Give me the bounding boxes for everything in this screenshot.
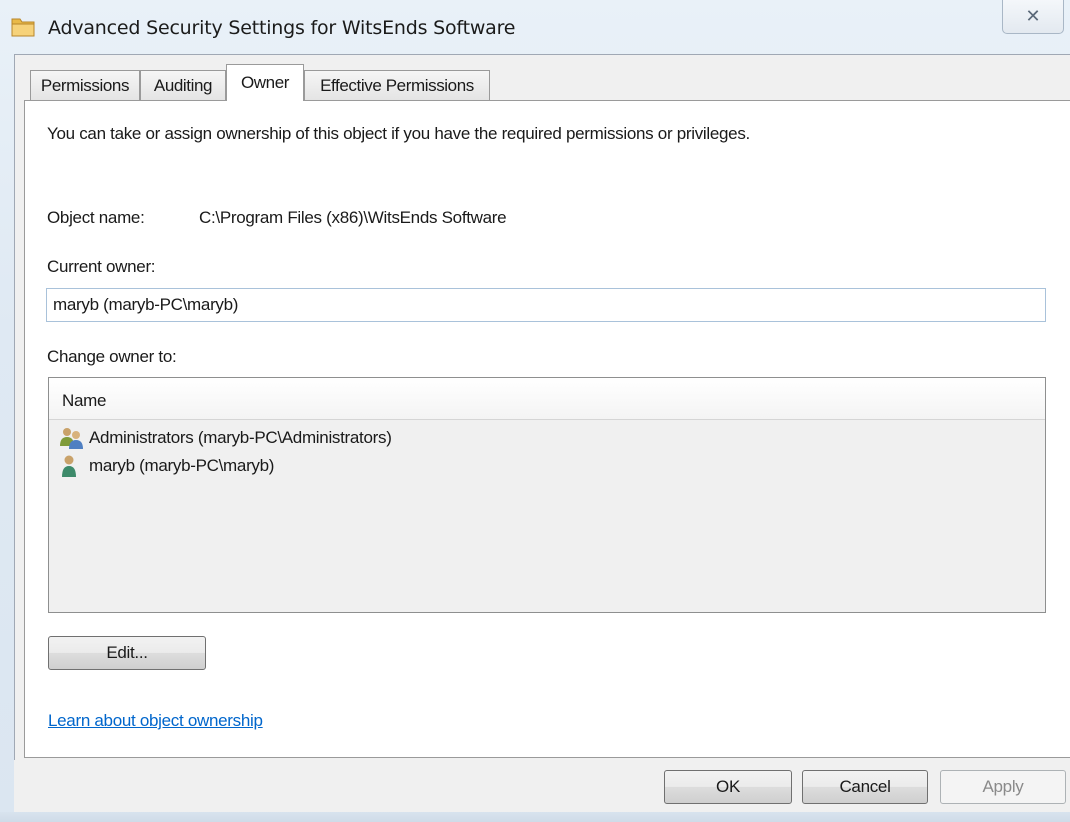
change-owner-label: Change owner to: — [47, 347, 177, 366]
list-header-label: Name — [62, 391, 107, 410]
group-icon — [59, 426, 85, 450]
list-item[interactable]: Administrators (maryb-PC\Administrators) — [59, 426, 1019, 452]
apply-button-label: Apply — [982, 777, 1024, 796]
list-column-header-name[interactable]: Name — [49, 378, 1045, 420]
cancel-button[interactable]: Cancel — [802, 770, 928, 804]
tab-label: Permissions — [40, 75, 130, 95]
ok-button-label: OK — [716, 777, 740, 796]
current-owner-field[interactable]: maryb (maryb-PC\maryb) — [46, 288, 1046, 322]
object-name-value: C:\Program Files (x86)\WitsEnds Software — [199, 208, 507, 227]
tab-auditing[interactable]: Auditing — [140, 70, 226, 100]
edit-button-label: Edit... — [106, 643, 148, 662]
tab-owner[interactable]: Owner — [226, 64, 304, 101]
object-name-label: Object name: — [47, 208, 145, 227]
window-bottom-border — [0, 812, 1070, 822]
list-item-label: Administrators (maryb-PC\Administrators) — [89, 428, 392, 447]
folder-icon — [10, 14, 36, 38]
cancel-button-label: Cancel — [839, 777, 891, 796]
list-item-label: maryb (maryb-PC\maryb) — [89, 456, 275, 475]
tab-label: Auditing — [153, 75, 213, 95]
tab-permissions[interactable]: Permissions — [30, 70, 140, 100]
owner-description: You can take or assign ownership of this… — [47, 124, 750, 143]
change-owner-list[interactable]: Name Administrators (maryb-PC\Administra… — [48, 377, 1046, 613]
title-bar: Advanced Security Settings for WitsEnds … — [0, 0, 1070, 55]
tab-label: Effective Permissions — [320, 75, 474, 95]
list-item[interactable]: maryb (maryb-PC\maryb) — [59, 454, 1019, 480]
window-title: Advanced Security Settings for WitsEnds … — [48, 17, 516, 39]
close-button[interactable]: ✕ — [1002, 0, 1064, 34]
ok-button[interactable]: OK — [664, 770, 792, 804]
user-icon — [59, 454, 85, 478]
tab-label: Owner — [240, 73, 290, 92]
dialog-window: Advanced Security Settings for WitsEnds … — [0, 0, 1070, 822]
edit-button[interactable]: Edit... — [48, 636, 206, 670]
apply-button[interactable]: Apply — [940, 770, 1066, 804]
learn-ownership-link[interactable]: Learn about object ownership — [48, 711, 263, 731]
current-owner-label: Current owner: — [47, 257, 156, 276]
close-icon: ✕ — [1025, 6, 1041, 26]
tab-effective-permissions[interactable]: Effective Permissions — [304, 70, 490, 100]
